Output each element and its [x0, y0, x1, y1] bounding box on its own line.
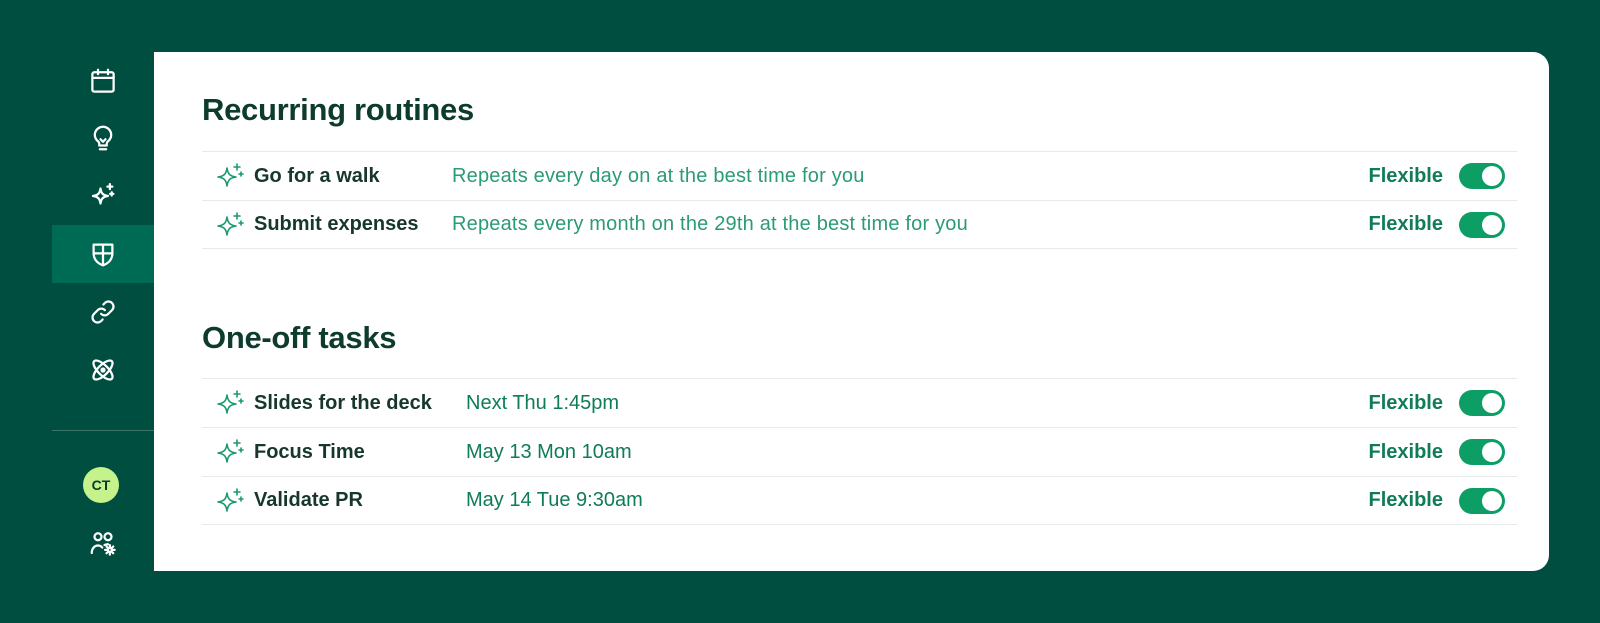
task-name: Validate PR	[254, 489, 363, 511]
link-icon	[91, 300, 115, 324]
sparkles-icon	[214, 387, 248, 421]
task-time: May 13 Mon 10am	[466, 440, 632, 463]
sparkles-icon	[214, 160, 248, 194]
sidebar-divider	[52, 430, 154, 431]
list-item[interactable]: Submit expenses Repeats every month on t…	[202, 200, 1517, 249]
avatar[interactable]: CT	[83, 467, 119, 503]
app-frame: CT Recurring routines Go for a walk Repe…	[0, 0, 1600, 623]
task-schedule: Repeats every month on the 29th at the b…	[452, 213, 968, 235]
status-label: Flexible	[1368, 489, 1443, 511]
sidebar: CT	[52, 52, 154, 570]
nav-links[interactable]	[52, 283, 154, 341]
task-name: Slides for the deck	[254, 391, 432, 414]
status-label: Flexible	[1368, 440, 1443, 463]
flexible-toggle[interactable]	[1459, 439, 1505, 465]
nav-team-settings[interactable]	[52, 514, 154, 572]
lightbulb-icon	[93, 125, 113, 151]
task-time: Next Thu 1:45pm	[466, 391, 620, 414]
task-schedule: Repeats every day on at the best time fo…	[452, 164, 865, 187]
nav-calendar[interactable]	[52, 52, 154, 110]
task-name: Go for a walk	[254, 164, 380, 187]
flexible-toggle[interactable]	[1459, 163, 1505, 189]
shield-icon	[92, 243, 114, 267]
task-name: Focus Time	[254, 440, 365, 463]
flexible-toggle[interactable]	[1459, 488, 1505, 514]
list-item[interactable]: Validate PR May 14 Tue 9:30am Flexible	[202, 476, 1517, 525]
nav-ideas[interactable]	[52, 109, 154, 167]
main-card: Recurring routines Go for a walk Repeats…	[154, 52, 1549, 571]
nav-integrations[interactable]	[52, 341, 154, 399]
one-off-tasks-title: One-off tasks	[202, 320, 397, 355]
list-item[interactable]: Slides for the deck Next Thu 1:45pm Flex…	[202, 378, 1517, 427]
nav-smart[interactable]	[52, 167, 154, 225]
recurring-routines-title: Recurring routines	[202, 92, 474, 127]
team-settings-icon	[90, 532, 116, 556]
list-item[interactable]: Go for a walk Repeats every day on at th…	[202, 151, 1517, 200]
recurring-routines-list: Go for a walk Repeats every day on at th…	[202, 151, 1517, 249]
atom-icon	[92, 359, 114, 381]
task-time: May 14 Tue 9:30am	[466, 489, 643, 511]
flexible-toggle[interactable]	[1459, 212, 1505, 238]
status-label: Flexible	[1368, 213, 1443, 235]
list-item[interactable]: Focus Time May 13 Mon 10am Flexible	[202, 427, 1517, 476]
flexible-toggle[interactable]	[1459, 390, 1505, 416]
sparkles-icon	[214, 436, 248, 470]
sparkles-icon	[91, 183, 115, 205]
status-label: Flexible	[1368, 391, 1443, 414]
sparkles-icon	[214, 209, 248, 243]
one-off-tasks-list: Slides for the deck Next Thu 1:45pm Flex…	[202, 378, 1517, 525]
status-label: Flexible	[1368, 164, 1443, 187]
nav-security[interactable]	[52, 225, 154, 283]
sparkles-icon	[214, 485, 248, 519]
task-name: Submit expenses	[254, 213, 419, 235]
calendar-icon	[91, 68, 115, 93]
